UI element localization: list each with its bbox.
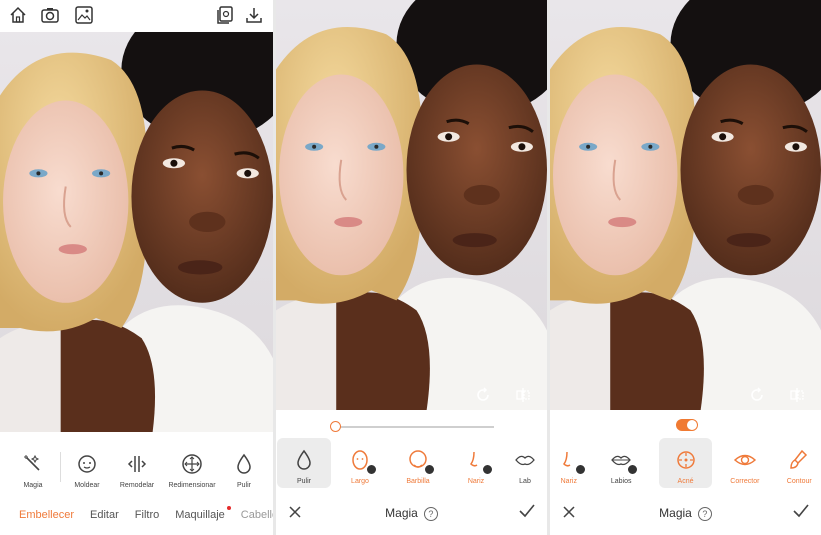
nose-icon xyxy=(557,448,597,485)
nav-filter[interactable]: Filtro xyxy=(135,509,159,521)
magic-tools: Pulir Largo Barbilla Nariz Lab xyxy=(276,438,547,488)
tool-resize[interactable]: Redimensionar xyxy=(163,452,221,489)
tool-chin[interactable]: Barbilla xyxy=(389,438,447,485)
nav-beautify[interactable]: Embellecer xyxy=(19,509,74,521)
acne-toggle[interactable] xyxy=(676,419,698,431)
download-icon[interactable] xyxy=(244,5,264,25)
nav-hair[interactable]: Cabello xyxy=(241,509,273,521)
photo-canvas[interactable] xyxy=(276,0,547,410)
tool-nose[interactable]: Nariz xyxy=(550,438,597,485)
title-text: Magia xyxy=(659,506,692,520)
acne-icon xyxy=(674,448,698,472)
bottom-nav: Embellecer Editar Filtro Maquillaje Cabe… xyxy=(0,505,273,525)
tool-lips-partial[interactable]: Lab xyxy=(505,438,545,485)
tool-label: Moldear xyxy=(74,482,100,489)
reshape-icon xyxy=(125,452,149,476)
magic-tools: Nariz Labios Acné Corrector Contour xyxy=(550,438,821,488)
lips-icon xyxy=(609,448,649,485)
tool-smooth[interactable]: Pulir xyxy=(221,452,267,489)
panel-magic-acne: Nariz Labios Acné Corrector Contour Magi… xyxy=(550,0,821,535)
face-shape-icon xyxy=(75,452,99,476)
applied-check-icon xyxy=(482,464,504,485)
toggle-knob xyxy=(687,420,697,430)
tool-mold[interactable]: Moldear xyxy=(63,452,111,489)
confirm-check-icon[interactable] xyxy=(519,504,535,518)
reset-icon[interactable] xyxy=(748,386,766,404)
tool-lips[interactable]: Labios xyxy=(588,438,655,485)
lips-icon xyxy=(513,448,537,472)
tool-label: Redimensionar xyxy=(168,482,216,489)
compare-split-icon[interactable] xyxy=(788,386,806,404)
tool-label: Contour xyxy=(786,478,812,485)
tool-acne[interactable]: Acné xyxy=(658,438,713,488)
gallery-icon[interactable] xyxy=(74,5,94,25)
magic-wand-icon xyxy=(21,452,45,476)
eye-icon xyxy=(733,448,757,472)
tool-smooth[interactable]: Pulir xyxy=(277,438,331,488)
tool-label: Nariz xyxy=(560,478,577,485)
help-icon[interactable]: ? xyxy=(697,506,712,521)
panel-magic-smooth: Pulir Largo Barbilla Nariz Lab Magia ? xyxy=(276,0,547,535)
beauty-tools: Magia Moldear Remodelar Redimensionar Pu… xyxy=(0,452,273,489)
resize-icon xyxy=(180,452,204,476)
confirm-check-icon[interactable] xyxy=(793,504,809,518)
tool-label: Pulir xyxy=(236,482,251,489)
home-icon[interactable] xyxy=(8,5,28,25)
drop-icon xyxy=(232,452,256,476)
tool-magic[interactable]: Magia xyxy=(8,452,58,489)
photo-canvas[interactable] xyxy=(550,0,821,410)
tool-nose[interactable]: Nariz xyxy=(447,438,505,485)
compare-split-icon[interactable] xyxy=(514,386,532,404)
applied-check-icon xyxy=(574,464,597,485)
bottom-action-bar: Magia? xyxy=(550,500,821,526)
nose-icon xyxy=(464,448,504,485)
applied-check-icon xyxy=(366,464,388,485)
tool-label: Remodelar xyxy=(119,482,155,489)
panel-title: Magia? xyxy=(276,506,547,521)
help-icon[interactable]: ? xyxy=(423,506,438,521)
tool-long[interactable]: Largo xyxy=(331,438,389,485)
reset-icon[interactable] xyxy=(474,386,492,404)
intensity-slider-track[interactable] xyxy=(338,426,494,428)
tool-contour[interactable]: Contour xyxy=(778,438,821,485)
tool-concealer[interactable]: Corrector xyxy=(712,438,777,485)
tool-divider xyxy=(60,452,61,482)
tool-label: Acné xyxy=(677,478,694,485)
tool-label: Nariz xyxy=(467,478,485,485)
tool-label: Corrector xyxy=(730,478,760,485)
bottom-action-bar: Magia? xyxy=(276,500,547,526)
nav-makeup-label: Maquillaje xyxy=(175,509,225,521)
camera-icon[interactable] xyxy=(40,5,60,25)
tool-reshape[interactable]: Remodelar xyxy=(111,452,163,489)
notification-badge xyxy=(226,506,231,510)
nav-makeup[interactable]: Maquillaje xyxy=(175,506,231,521)
brush-icon xyxy=(787,448,811,472)
tool-label: Pulir xyxy=(296,478,311,485)
title-text: Magia xyxy=(385,506,418,520)
applied-check-icon xyxy=(424,464,446,485)
tool-label: Lab xyxy=(519,478,531,485)
photo-canvas[interactable] xyxy=(0,32,273,432)
face-long-icon xyxy=(348,448,388,485)
compare-icon[interactable] xyxy=(215,5,235,25)
top-toolbar xyxy=(0,0,273,30)
panel-beautify: Magia Moldear Remodelar Redimensionar Pu… xyxy=(0,0,273,535)
tool-label: Magia xyxy=(23,482,43,489)
panel-title: Magia? xyxy=(550,506,821,521)
drop-icon xyxy=(292,448,316,472)
applied-check-icon xyxy=(627,464,649,485)
nav-edit[interactable]: Editar xyxy=(90,509,119,521)
intensity-slider-handle[interactable] xyxy=(330,421,341,432)
chin-icon xyxy=(406,448,446,485)
